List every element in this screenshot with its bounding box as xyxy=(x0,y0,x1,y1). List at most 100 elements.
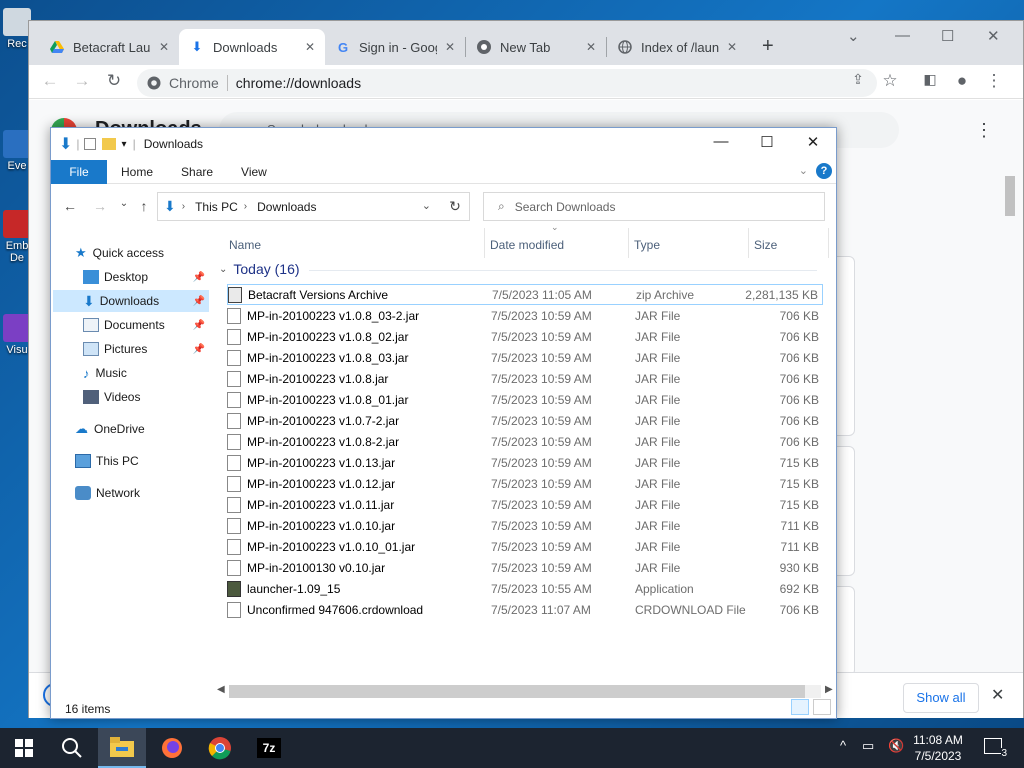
file-row[interactable]: MP-in-20100130 v0.10.jar 7/5/2023 10:59 A… xyxy=(227,557,823,578)
scroll-right-icon[interactable]: ▶ xyxy=(825,684,833,695)
breadcrumb-this-pc[interactable]: This PC xyxy=(195,200,238,214)
side-panel-icon[interactable]: ◧ xyxy=(919,71,941,88)
ribbon-tab-share[interactable]: Share xyxy=(167,160,227,184)
forward-arrow-icon[interactable]: → xyxy=(71,71,93,91)
scrollbar-thumb[interactable] xyxy=(229,685,805,698)
site-chip[interactable]: Chrome xyxy=(137,75,219,91)
nav-desktop[interactable]: Desktop 📌 xyxy=(53,266,209,288)
column-header-type[interactable]: Type xyxy=(634,238,660,252)
file-row[interactable]: MP-in-20100223 v1.0.8_01.jar 7/5/2023 10:… xyxy=(227,389,823,410)
system-clock[interactable]: 11:08 AM 7/5/2023 xyxy=(908,732,968,764)
new-tab-button[interactable]: + xyxy=(762,35,774,58)
file-row[interactable]: Betacraft Versions Archive 7/5/2023 11:05… xyxy=(227,284,823,305)
back-arrow-icon[interactable]: ← xyxy=(61,198,79,214)
file-row[interactable]: MP-in-20100223 v1.0.8_03-2.jar 7/5/2023 1… xyxy=(227,305,823,326)
page-menu-icon[interactable]: ⋮ xyxy=(975,120,993,141)
large-icons-view-icon[interactable] xyxy=(813,699,831,715)
recent-locations-icon[interactable]: ⌄ xyxy=(115,198,133,209)
tab-downloads[interactable]: ⬇ Downloads ✕ xyxy=(179,29,325,65)
taskbar-chrome[interactable] xyxy=(196,728,244,768)
nav-videos[interactable]: Videos xyxy=(53,386,209,408)
tab-betacraft[interactable]: Betacraft Launcher ✕ xyxy=(39,29,179,65)
reload-icon[interactable]: ↻ xyxy=(103,71,125,91)
nav-downloads[interactable]: ⬇ Downloads 📌 xyxy=(53,290,209,312)
tab-index-of-launcher[interactable]: Index of /launcher ✕ xyxy=(607,29,747,65)
minimize-icon[interactable]: — xyxy=(895,27,910,44)
file-row[interactable]: launcher-1.09_15 7/5/2023 10:55 AM Applica… xyxy=(227,578,823,599)
notifications-icon[interactable]: 3 xyxy=(984,738,1007,759)
ribbon-tab-view[interactable]: View xyxy=(227,160,281,184)
refresh-icon[interactable]: ↻ xyxy=(441,192,470,221)
forward-arrow-icon[interactable]: → xyxy=(91,198,109,214)
breadcrumb-downloads[interactable]: Downloads xyxy=(257,200,316,214)
file-row[interactable]: MP-in-20100223 v1.0.13.jar 7/5/2023 10:59… xyxy=(227,452,823,473)
nav-pictures[interactable]: Pictures 📌 xyxy=(53,338,209,360)
chrome-menu-icon[interactable]: ⋮ xyxy=(983,71,1005,91)
close-shelf-icon[interactable]: ✕ xyxy=(991,685,1004,705)
tab-close-icon[interactable]: ✕ xyxy=(305,40,315,54)
file-row[interactable]: MP-in-20100223 v1.0.7-2.jar 7/5/2023 10:5… xyxy=(227,410,823,431)
scrollbar-thumb[interactable] xyxy=(1005,176,1015,216)
nav-music[interactable]: ♪ Music xyxy=(53,362,209,384)
nav-network[interactable]: Network xyxy=(75,482,231,504)
tab-close-icon[interactable]: ✕ xyxy=(445,40,455,54)
collapse-chevron-icon[interactable]: ⌄ xyxy=(219,264,227,275)
tab-close-icon[interactable]: ✕ xyxy=(586,40,596,54)
show-hidden-icons-icon[interactable]: ^ xyxy=(840,738,846,753)
explorer-search-input[interactable]: ⌕ Search Downloads xyxy=(483,192,825,221)
tab-search-chevron-icon[interactable]: ⌄ xyxy=(847,27,860,45)
tab-sign-in[interactable]: G Sign in - Google ✕ xyxy=(325,29,465,65)
expand-ribbon-icon[interactable]: ⌄ xyxy=(799,164,808,177)
bookmark-star-icon[interactable]: ☆ xyxy=(879,71,901,91)
column-separator[interactable] xyxy=(628,228,629,258)
column-header-size[interactable]: Size xyxy=(754,238,777,252)
column-separator[interactable] xyxy=(748,228,749,258)
scroll-left-icon[interactable]: ◀ xyxy=(217,684,225,695)
network-icon[interactable]: ▭ xyxy=(862,738,874,754)
taskbar-7zip[interactable]: 7z xyxy=(245,728,293,768)
file-row[interactable]: MP-in-20100223 v1.0.11.jar 7/5/2023 10:59… xyxy=(227,494,823,515)
tab-close-icon[interactable]: ✕ xyxy=(159,40,169,54)
group-header-today[interactable]: ⌄ Today (16) xyxy=(219,261,817,277)
customize-dropdown-icon[interactable]: ▾ xyxy=(122,139,127,150)
address-dropdown-icon[interactable]: ⌄ xyxy=(422,199,431,212)
horizontal-scrollbar[interactable]: ◀ ▶ xyxy=(215,681,835,698)
nav-documents[interactable]: Documents 📌 xyxy=(53,314,209,336)
share-icon[interactable]: ⇪ xyxy=(847,71,869,88)
show-all-button[interactable]: Show all xyxy=(903,683,979,713)
ribbon-tab-home[interactable]: Home xyxy=(107,160,167,184)
file-row[interactable]: MP-in-20100223 v1.0.10.jar 7/5/2023 10:59… xyxy=(227,515,823,536)
up-arrow-icon[interactable]: ↑ xyxy=(135,198,153,214)
taskbar-file-explorer[interactable] xyxy=(98,728,146,768)
nav-onedrive[interactable]: ☁ OneDrive xyxy=(75,418,231,440)
nav-this-pc[interactable]: This PC xyxy=(75,450,231,472)
maximize-icon[interactable]: ☐ xyxy=(941,27,954,45)
close-icon[interactable]: ✕ xyxy=(802,133,824,151)
file-row[interactable]: MP-in-20100223 v1.0.8_02.jar 7/5/2023 10:… xyxy=(227,326,823,347)
file-row[interactable]: MP-in-20100223 v1.0.10_01.jar 7/5/2023 10… xyxy=(227,536,823,557)
volume-muted-icon[interactable]: 🔇 xyxy=(888,738,904,754)
help-icon[interactable]: ? xyxy=(816,163,832,179)
column-header-name[interactable]: Name xyxy=(229,238,261,252)
column-separator[interactable] xyxy=(484,228,485,258)
minimize-icon[interactable]: — xyxy=(710,133,732,150)
file-row[interactable]: MP-in-20100223 v1.0.8.jar 7/5/2023 10:59 … xyxy=(227,368,823,389)
tab-new-tab[interactable]: New Tab ✕ xyxy=(466,29,606,65)
properties-icon[interactable] xyxy=(83,138,96,150)
search-button[interactable] xyxy=(48,728,96,768)
page-scrollbar[interactable] xyxy=(1001,160,1017,660)
back-arrow-icon[interactable]: ← xyxy=(39,71,61,91)
column-separator[interactable] xyxy=(828,228,829,258)
address-bar[interactable]: ⬇ › This PC › Downloads ⌄ xyxy=(157,192,470,221)
maximize-icon[interactable]: ☐ xyxy=(756,133,778,151)
file-row[interactable]: Unconfirmed 947606.crdownload 7/5/2023 11… xyxy=(227,599,823,620)
column-header-date-modified[interactable]: Date modified xyxy=(490,238,564,252)
nav-quick-access[interactable]: ★ Quick access xyxy=(75,242,231,264)
file-row[interactable]: MP-in-20100223 v1.0.8-2.jar 7/5/2023 10:5… xyxy=(227,431,823,452)
profile-avatar-icon[interactable]: ● xyxy=(951,71,973,91)
ribbon-tab-file[interactable]: File xyxy=(51,159,107,184)
taskbar-firefox[interactable] xyxy=(148,728,196,768)
file-row[interactable]: MP-in-20100223 v1.0.8_03.jar 7/5/2023 10:… xyxy=(227,347,823,368)
file-row[interactable]: MP-in-20100223 v1.0.12.jar 7/5/2023 10:59… xyxy=(227,473,823,494)
details-view-icon[interactable] xyxy=(791,699,809,715)
